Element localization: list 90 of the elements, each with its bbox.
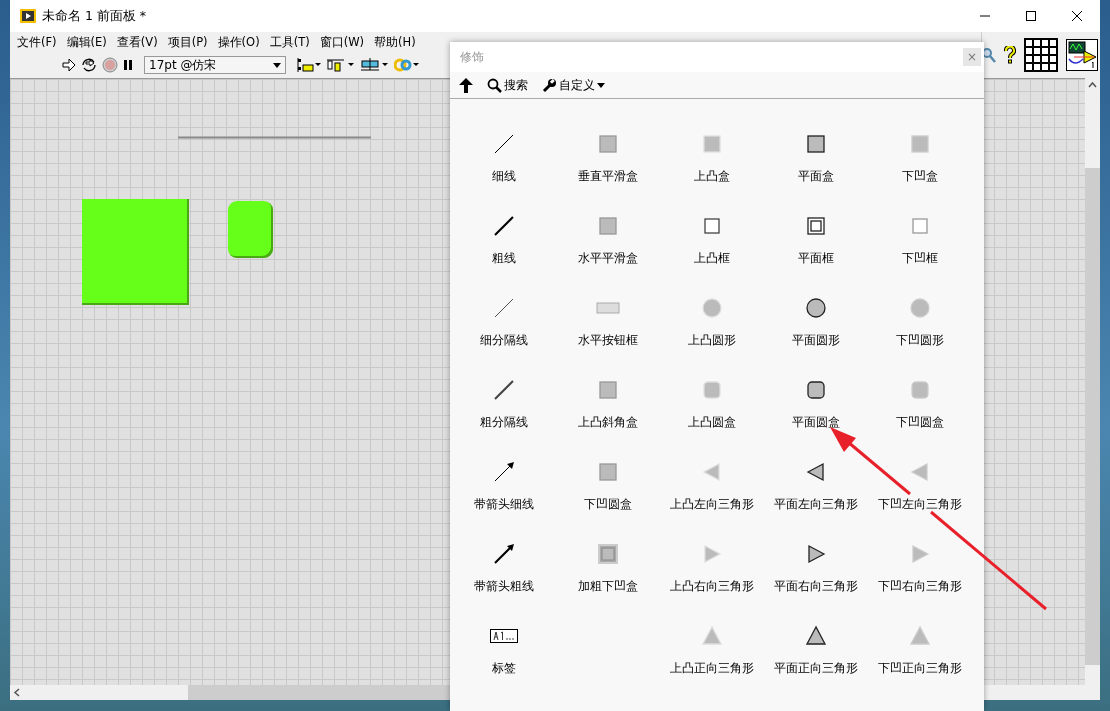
menu-item[interactable]: 窗口(W) bbox=[314, 34, 369, 50]
wrench-icon bbox=[542, 77, 557, 93]
circle-icon bbox=[700, 296, 724, 320]
palette-item[interactable]: 上凸盒 bbox=[660, 113, 764, 195]
search-icon bbox=[487, 77, 502, 93]
box-icon bbox=[596, 460, 620, 484]
box-icon bbox=[908, 132, 932, 156]
roundbox-icon bbox=[700, 378, 724, 402]
palette-item[interactable]: 下凹正向三角形 bbox=[868, 605, 972, 687]
palette-item[interactable]: 上凸右向三角形 bbox=[660, 523, 764, 605]
palette-item[interactable]: 平面框 bbox=[764, 195, 868, 277]
arrow-icon bbox=[492, 542, 516, 566]
circle-icon bbox=[908, 296, 932, 320]
menu-item[interactable]: 编辑(E) bbox=[61, 34, 112, 50]
rounded-square bbox=[228, 201, 273, 258]
font-dropdown[interactable]: 17pt @仿宋 bbox=[144, 56, 286, 74]
palette-item[interactable]: 上凸斜角盒 bbox=[556, 359, 660, 441]
palette-item[interactable]: 下凹左向三角形 bbox=[868, 441, 972, 523]
run-arrow-icon[interactable] bbox=[62, 58, 76, 72]
palette-item[interactable]: 粗线 bbox=[452, 195, 556, 277]
palette-item[interactable]: 下凹圆盒 bbox=[868, 359, 972, 441]
caret-icon bbox=[597, 82, 605, 88]
customize-button[interactable]: 自定义 bbox=[542, 76, 605, 94]
roundbox-icon bbox=[804, 378, 828, 402]
align-icon[interactable] bbox=[296, 57, 322, 73]
palette-item[interactable]: 平面圆形 bbox=[764, 277, 868, 359]
label-icon bbox=[490, 629, 518, 643]
thickbox-icon bbox=[596, 542, 620, 566]
box-icon bbox=[596, 378, 620, 402]
line-icon bbox=[492, 378, 516, 402]
line-icon bbox=[492, 296, 516, 320]
palette-item[interactable]: 下凹圆盒 bbox=[556, 441, 660, 523]
close-button[interactable]: × bbox=[963, 48, 981, 66]
palette-item[interactable]: 细线 bbox=[452, 113, 556, 195]
distribute-icon[interactable] bbox=[326, 57, 356, 73]
window-title: 未命名 1 前面板 * bbox=[42, 7, 148, 25]
box-icon bbox=[596, 214, 620, 238]
search-button[interactable]: 搜索 bbox=[487, 76, 528, 94]
search-icon[interactable] bbox=[982, 47, 996, 63]
palette-item[interactable]: 平面圆盒 bbox=[764, 359, 868, 441]
menu-item[interactable]: 查看(V) bbox=[111, 34, 163, 50]
box-icon bbox=[700, 132, 724, 156]
palette-item[interactable]: 平面正向三角形 bbox=[764, 605, 868, 687]
scrollbar-thumb[interactable] bbox=[1085, 168, 1100, 665]
palette-item[interactable]: 上凸圆形 bbox=[660, 277, 764, 359]
palette-item[interactable]: 平面左向三角形 bbox=[764, 441, 868, 523]
menu-item[interactable]: 项目(P) bbox=[162, 34, 213, 50]
palette-item[interactable]: 下凹圆形 bbox=[868, 277, 972, 359]
roundbox-icon bbox=[908, 378, 932, 402]
up-arrow-icon[interactable] bbox=[459, 77, 473, 93]
app-icon bbox=[20, 8, 36, 24]
menu-item[interactable]: 帮助(H) bbox=[369, 34, 421, 50]
palette-item[interactable]: 水平平滑盒 bbox=[556, 195, 660, 277]
frame-icon bbox=[804, 214, 828, 238]
palette-item[interactable]: 上凸圆盒 bbox=[660, 359, 764, 441]
scrollbar-thumb[interactable] bbox=[188, 685, 450, 700]
vi-icon[interactable] bbox=[1066, 39, 1098, 71]
palette-item[interactable]: 带箭头细线 bbox=[452, 441, 556, 523]
palette-item[interactable]: 平面右向三角形 bbox=[764, 523, 868, 605]
circle-icon bbox=[804, 296, 828, 320]
palette-item[interactable]: 加粗下凹盒 bbox=[556, 523, 660, 605]
palette-item[interactable]: 粗分隔线 bbox=[452, 359, 556, 441]
reorder-icon[interactable] bbox=[394, 57, 420, 73]
menu-item[interactable]: 操作(O) bbox=[212, 34, 265, 50]
palette-item[interactable]: 上凸框 bbox=[660, 195, 764, 277]
line-icon bbox=[492, 214, 516, 238]
palette-item[interactable]: 下凹框 bbox=[868, 195, 972, 277]
palette-item[interactable]: 细分隔线 bbox=[452, 277, 556, 359]
arrow-icon bbox=[492, 460, 516, 484]
palette-item[interactable]: 垂直平滑盒 bbox=[556, 113, 660, 195]
pause-icon[interactable] bbox=[122, 59, 134, 71]
box-icon bbox=[804, 132, 828, 156]
palette-title: 修饰 bbox=[460, 48, 484, 66]
box-icon bbox=[596, 132, 620, 156]
palette-item[interactable]: 平面盒 bbox=[764, 113, 868, 195]
palette-item[interactable]: 上凸左向三角形 bbox=[660, 441, 764, 523]
caret-icon bbox=[273, 62, 281, 68]
help-icon[interactable] bbox=[1004, 46, 1016, 64]
run-continuously-icon[interactable] bbox=[80, 57, 98, 73]
resize-icon[interactable] bbox=[360, 57, 390, 73]
connector-pane-icon[interactable] bbox=[1024, 38, 1058, 72]
palette-item[interactable]: 标签 bbox=[452, 605, 556, 687]
palette-item[interactable]: 下凹盒 bbox=[868, 113, 972, 195]
menu-item[interactable]: 工具(T) bbox=[264, 34, 315, 50]
palette-item[interactable]: 上凸正向三角形 bbox=[660, 605, 764, 687]
palette-item[interactable]: 水平按钮框 bbox=[556, 277, 660, 359]
line-icon bbox=[492, 132, 516, 156]
menu-item[interactable]: 文件(F) bbox=[12, 34, 62, 50]
palette-item[interactable]: 带箭头粗线 bbox=[452, 523, 556, 605]
palette-item[interactable]: 下凹右向三角形 bbox=[868, 523, 972, 605]
